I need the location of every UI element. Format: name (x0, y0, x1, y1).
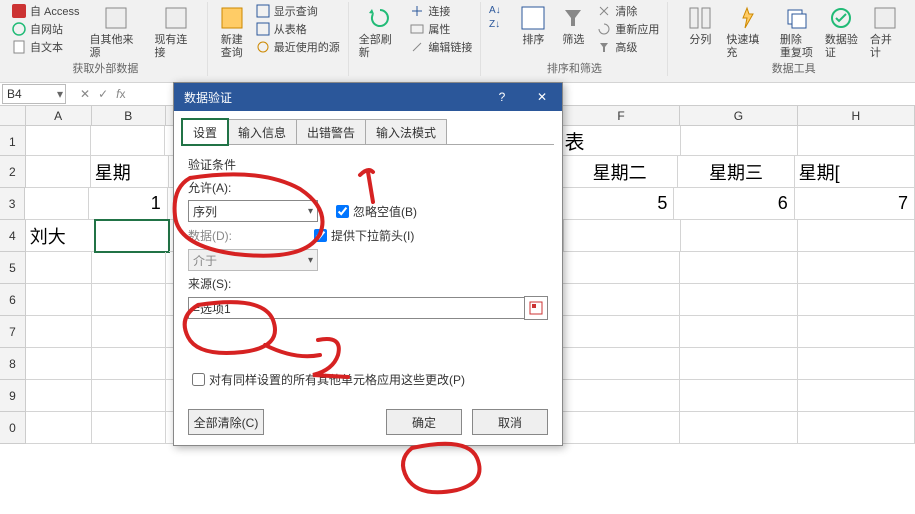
filter[interactable]: 筛选 (553, 2, 593, 49)
allow-label: 允许(A): (188, 179, 231, 196)
row-header-1[interactable]: 1 (0, 126, 26, 156)
dialog-titlebar[interactable]: 数据验证 ? ✕ (174, 83, 562, 111)
text-to-columns[interactable]: 分列 (680, 2, 720, 49)
existing-conn[interactable]: 现有连接 (148, 2, 202, 62)
validation-criteria-label: 验证条件 (188, 156, 548, 173)
ignore-blank-checkbox[interactable]: 忽略空值(B) (332, 202, 417, 221)
advanced-filter[interactable]: 高级 (593, 38, 663, 56)
clear-all-button[interactable]: 全部清除(C) (188, 409, 264, 435)
data-validation[interactable]: 数据验 证 (819, 2, 864, 62)
sort-asc[interactable]: A↓ (485, 2, 513, 16)
from-other[interactable]: 自其他来源 (84, 2, 149, 62)
from-table[interactable]: 从表格 (252, 20, 344, 38)
svg-text:Z↓: Z↓ (489, 19, 500, 29)
sort-desc[interactable]: Z↓ (485, 16, 513, 30)
recent-sources[interactable]: 最近使用的源 (252, 38, 344, 56)
data-label: 数据(D): (188, 227, 232, 244)
help-button[interactable]: ? (482, 83, 522, 111)
allow-select[interactable]: 序列▾ (188, 200, 318, 222)
active-cell[interactable] (95, 220, 169, 252)
show-queries[interactable]: 显示查询 (252, 2, 344, 20)
row-header-3[interactable]: 3 (0, 188, 25, 220)
connections[interactable]: 连接 (406, 2, 476, 20)
row-header-4[interactable]: 4 (0, 220, 26, 252)
remove-duplicates[interactable]: 删除 重复项 (774, 2, 819, 62)
col-header-H[interactable]: H (798, 106, 915, 126)
from-access[interactable]: 自 Access (8, 2, 84, 20)
ok-button[interactable]: 确定 (386, 409, 462, 435)
group-label-getdata: 获取外部数据 (72, 60, 138, 76)
consolidate[interactable]: 合并计 (864, 2, 907, 62)
col-header-B[interactable]: B (92, 106, 167, 126)
dropdown-arrow-checkbox[interactable]: 提供下拉箭头(I) (310, 226, 414, 245)
tab-error-alert[interactable]: 出错警告 (296, 119, 366, 145)
fx-controls: ✕ ✓ fx (68, 87, 137, 101)
sort[interactable]: 排序 (513, 2, 553, 49)
col-header-G[interactable]: G (680, 106, 797, 126)
fx-icon[interactable]: fx (116, 87, 125, 101)
edit-links[interactable]: 编辑链接 (406, 38, 476, 56)
select-all[interactable] (0, 106, 26, 126)
data-select: 介于▾ (188, 249, 318, 271)
group-label-sort: 排序和筛选 (547, 60, 602, 76)
apply-all-checkbox[interactable]: 对有同样设置的所有其他单元格应用这些更改(P) (188, 370, 548, 389)
dialog-title: 数据验证 (184, 89, 482, 106)
flash-fill[interactable]: 快速填充 (720, 2, 774, 62)
tab-settings[interactable]: 设置 (182, 119, 228, 145)
from-text[interactable]: 自文本 (8, 38, 84, 56)
cancel-button[interactable]: 取消 (472, 409, 548, 435)
col-header-A[interactable]: A (26, 106, 92, 126)
refresh-all[interactable]: 全部刷新 (353, 2, 407, 62)
col-header-F[interactable]: F (563, 106, 680, 126)
from-web[interactable]: 自网站 (8, 20, 84, 38)
tab-input-message[interactable]: 输入信息 (227, 119, 297, 145)
row-header-2[interactable]: 2 (0, 156, 26, 188)
new-query[interactable]: 新建 查询 (212, 2, 252, 62)
confirm-icon[interactable]: ✓ (98, 87, 108, 101)
ribbon: 自 Access 自网站 自文本 自其他来源 现有连接 获取外部数据 新建 查询… (0, 0, 915, 83)
properties[interactable]: 属性 (406, 20, 476, 38)
source-input[interactable]: =选项1 (188, 297, 525, 319)
group-label-tools: 数据工具 (772, 60, 816, 76)
name-box[interactable]: B4▾ (2, 84, 66, 104)
source-label: 来源(S): (188, 275, 231, 292)
svg-text:A↓: A↓ (489, 5, 501, 15)
range-picker-button[interactable] (524, 296, 548, 320)
reapply[interactable]: 重新应用 (593, 20, 663, 38)
cancel-icon[interactable]: ✕ (80, 87, 90, 101)
clear-filter[interactable]: 清除 (593, 2, 663, 20)
close-button[interactable]: ✕ (522, 83, 562, 111)
data-validation-dialog: 数据验证 ? ✕ 设置 输入信息 出错警告 输入法模式 验证条件 允许(A): … (173, 82, 563, 446)
tab-ime-mode[interactable]: 输入法模式 (365, 119, 447, 145)
